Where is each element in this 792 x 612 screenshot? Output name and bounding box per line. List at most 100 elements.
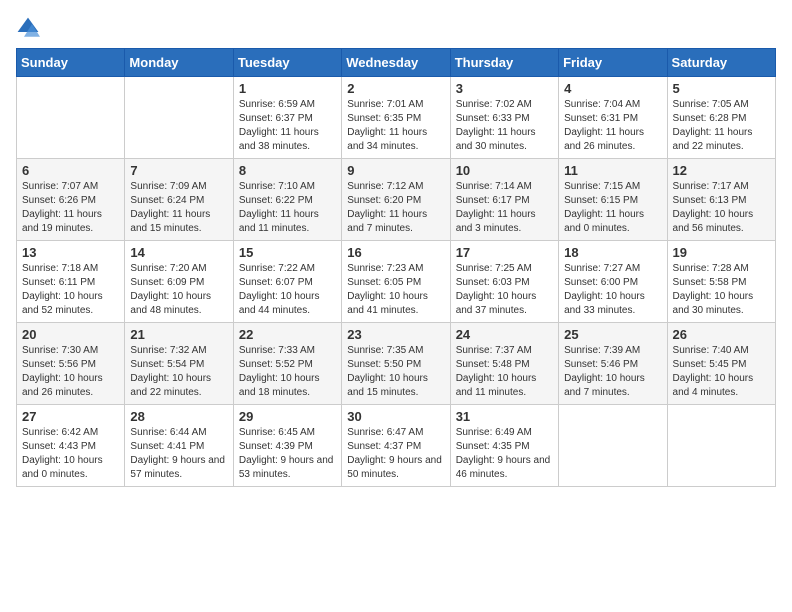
day-number: 20 (22, 327, 119, 342)
day-info: Sunrise: 7:40 AMSunset: 5:45 PMDaylight:… (673, 344, 770, 400)
day-info: Sunrise: 7:33 AMSunset: 5:52 PMDaylight:… (239, 344, 336, 400)
day-cell: 13 Sunrise: 7:18 AMSunset: 6:11 PMDayligh… (17, 241, 125, 323)
day-cell: 8 Sunrise: 7:10 AMSunset: 6:22 PMDaylight… (233, 159, 341, 241)
day-number: 12 (673, 163, 770, 178)
day-number: 23 (347, 327, 444, 342)
day-number: 17 (456, 245, 553, 260)
day-info: Sunrise: 6:42 AMSunset: 4:43 PMDaylight:… (22, 426, 119, 482)
day-cell: 4 Sunrise: 7:04 AMSunset: 6:31 PMDaylight… (559, 77, 667, 159)
day-info: Sunrise: 7:20 AMSunset: 6:09 PMDaylight:… (130, 262, 227, 318)
day-cell: 26 Sunrise: 7:40 AMSunset: 5:45 PMDayligh… (667, 323, 775, 405)
day-number: 11 (564, 163, 661, 178)
day-number: 29 (239, 409, 336, 424)
weekday-header-saturday: Saturday (667, 49, 775, 77)
weekday-header-tuesday: Tuesday (233, 49, 341, 77)
day-cell: 14 Sunrise: 7:20 AMSunset: 6:09 PMDayligh… (125, 241, 233, 323)
day-info: Sunrise: 7:22 AMSunset: 6:07 PMDaylight:… (239, 262, 336, 318)
day-info: Sunrise: 6:45 AMSunset: 4:39 PMDaylight:… (239, 426, 336, 482)
week-row-5: 27 Sunrise: 6:42 AMSunset: 4:43 PMDayligh… (17, 405, 776, 487)
day-info: Sunrise: 7:35 AMSunset: 5:50 PMDaylight:… (347, 344, 444, 400)
day-cell: 27 Sunrise: 6:42 AMSunset: 4:43 PMDayligh… (17, 405, 125, 487)
day-info: Sunrise: 7:12 AMSunset: 6:20 PMDaylight:… (347, 180, 444, 236)
day-number: 3 (456, 81, 553, 96)
day-number: 13 (22, 245, 119, 260)
day-info: Sunrise: 7:37 AMSunset: 5:48 PMDaylight:… (456, 344, 553, 400)
weekday-header-friday: Friday (559, 49, 667, 77)
day-info: Sunrise: 7:05 AMSunset: 6:28 PMDaylight:… (673, 98, 770, 154)
logo (16, 16, 44, 40)
day-cell: 20 Sunrise: 7:30 AMSunset: 5:56 PMDayligh… (17, 323, 125, 405)
day-info: Sunrise: 6:47 AMSunset: 4:37 PMDaylight:… (347, 426, 444, 482)
day-cell: 7 Sunrise: 7:09 AMSunset: 6:24 PMDaylight… (125, 159, 233, 241)
weekday-header-row: SundayMondayTuesdayWednesdayThursdayFrid… (17, 49, 776, 77)
day-number: 8 (239, 163, 336, 178)
day-number: 21 (130, 327, 227, 342)
day-info: Sunrise: 7:02 AMSunset: 6:33 PMDaylight:… (456, 98, 553, 154)
day-number: 1 (239, 81, 336, 96)
day-number: 30 (347, 409, 444, 424)
day-info: Sunrise: 7:15 AMSunset: 6:15 PMDaylight:… (564, 180, 661, 236)
day-cell: 31Sunrise: 6:49 AMSunset: 4:35 PMDayligh… (450, 405, 558, 487)
day-info: Sunrise: 7:18 AMSunset: 6:11 PMDaylight:… (22, 262, 119, 318)
day-cell: 5Sunrise: 7:05 AMSunset: 6:28 PMDaylight… (667, 77, 775, 159)
day-number: 26 (673, 327, 770, 342)
day-cell (559, 405, 667, 487)
day-number: 2 (347, 81, 444, 96)
day-cell: 2 Sunrise: 7:01 AMSunset: 6:35 PMDaylight… (342, 77, 450, 159)
week-row-2: 6 Sunrise: 7:07 AMSunset: 6:26 PMDaylight… (17, 159, 776, 241)
day-number: 16 (347, 245, 444, 260)
day-number: 31 (456, 409, 553, 424)
page-header (16, 16, 776, 40)
day-number: 9 (347, 163, 444, 178)
weekday-header-thursday: Thursday (450, 49, 558, 77)
day-number: 18 (564, 245, 661, 260)
day-cell: 15 Sunrise: 7:22 AMSunset: 6:07 PMDayligh… (233, 241, 341, 323)
day-number: 15 (239, 245, 336, 260)
day-cell: 12Sunrise: 7:17 AMSunset: 6:13 PMDayligh… (667, 159, 775, 241)
day-number: 22 (239, 327, 336, 342)
day-info: Sunrise: 6:59 AMSunset: 6:37 PMDaylight:… (239, 98, 336, 154)
day-number: 14 (130, 245, 227, 260)
day-info: Sunrise: 7:30 AMSunset: 5:56 PMDaylight:… (22, 344, 119, 400)
day-cell: 19Sunrise: 7:28 AMSunset: 5:58 PMDayligh… (667, 241, 775, 323)
day-cell: 10Sunrise: 7:14 AMSunset: 6:17 PMDayligh… (450, 159, 558, 241)
day-info: Sunrise: 7:32 AMSunset: 5:54 PMDaylight:… (130, 344, 227, 400)
day-cell: 23 Sunrise: 7:35 AMSunset: 5:50 PMDayligh… (342, 323, 450, 405)
day-cell: 17 Sunrise: 7:25 AMSunset: 6:03 PMDayligh… (450, 241, 558, 323)
day-cell: 16Sunrise: 7:23 AMSunset: 6:05 PMDayligh… (342, 241, 450, 323)
day-info: Sunrise: 7:10 AMSunset: 6:22 PMDaylight:… (239, 180, 336, 236)
day-cell: 1 Sunrise: 6:59 AMSunset: 6:37 PMDaylight… (233, 77, 341, 159)
week-row-1: 1 Sunrise: 6:59 AMSunset: 6:37 PMDaylight… (17, 77, 776, 159)
day-info: Sunrise: 7:25 AMSunset: 6:03 PMDaylight:… (456, 262, 553, 318)
day-info: Sunrise: 7:04 AMSunset: 6:31 PMDaylight:… (564, 98, 661, 154)
day-info: Sunrise: 7:07 AMSunset: 6:26 PMDaylight:… (22, 180, 119, 236)
logo-icon (16, 16, 40, 40)
day-cell: 21 Sunrise: 7:32 AMSunset: 5:54 PMDayligh… (125, 323, 233, 405)
day-info: Sunrise: 7:01 AMSunset: 6:35 PMDaylight:… (347, 98, 444, 154)
day-cell: 25 Sunrise: 7:39 AMSunset: 5:46 PMDayligh… (559, 323, 667, 405)
day-number: 25 (564, 327, 661, 342)
day-number: 6 (22, 163, 119, 178)
day-number: 27 (22, 409, 119, 424)
day-cell: 24Sunrise: 7:37 AMSunset: 5:48 PMDayligh… (450, 323, 558, 405)
day-cell: 29 Sunrise: 6:45 AMSunset: 4:39 PMDayligh… (233, 405, 341, 487)
day-info: Sunrise: 7:14 AMSunset: 6:17 PMDaylight:… (456, 180, 553, 236)
day-info: Sunrise: 7:28 AMSunset: 5:58 PMDaylight:… (673, 262, 770, 318)
day-cell (125, 77, 233, 159)
day-number: 4 (564, 81, 661, 96)
day-info: Sunrise: 7:09 AMSunset: 6:24 PMDaylight:… (130, 180, 227, 236)
week-row-4: 20 Sunrise: 7:30 AMSunset: 5:56 PMDayligh… (17, 323, 776, 405)
day-cell: 3 Sunrise: 7:02 AMSunset: 6:33 PMDaylight… (450, 77, 558, 159)
day-cell: 30 Sunrise: 6:47 AMSunset: 4:37 PMDayligh… (342, 405, 450, 487)
day-number: 7 (130, 163, 227, 178)
day-cell: 28 Sunrise: 6:44 AMSunset: 4:41 PMDayligh… (125, 405, 233, 487)
day-cell: 9 Sunrise: 7:12 AMSunset: 6:20 PMDaylight… (342, 159, 450, 241)
weekday-header-sunday: Sunday (17, 49, 125, 77)
calendar-table: SundayMondayTuesdayWednesdayThursdayFrid… (16, 48, 776, 487)
day-cell: 6 Sunrise: 7:07 AMSunset: 6:26 PMDaylight… (17, 159, 125, 241)
day-info: Sunrise: 6:44 AMSunset: 4:41 PMDaylight:… (130, 426, 227, 482)
day-cell (667, 405, 775, 487)
day-cell (17, 77, 125, 159)
day-info: Sunrise: 7:39 AMSunset: 5:46 PMDaylight:… (564, 344, 661, 400)
day-number: 28 (130, 409, 227, 424)
